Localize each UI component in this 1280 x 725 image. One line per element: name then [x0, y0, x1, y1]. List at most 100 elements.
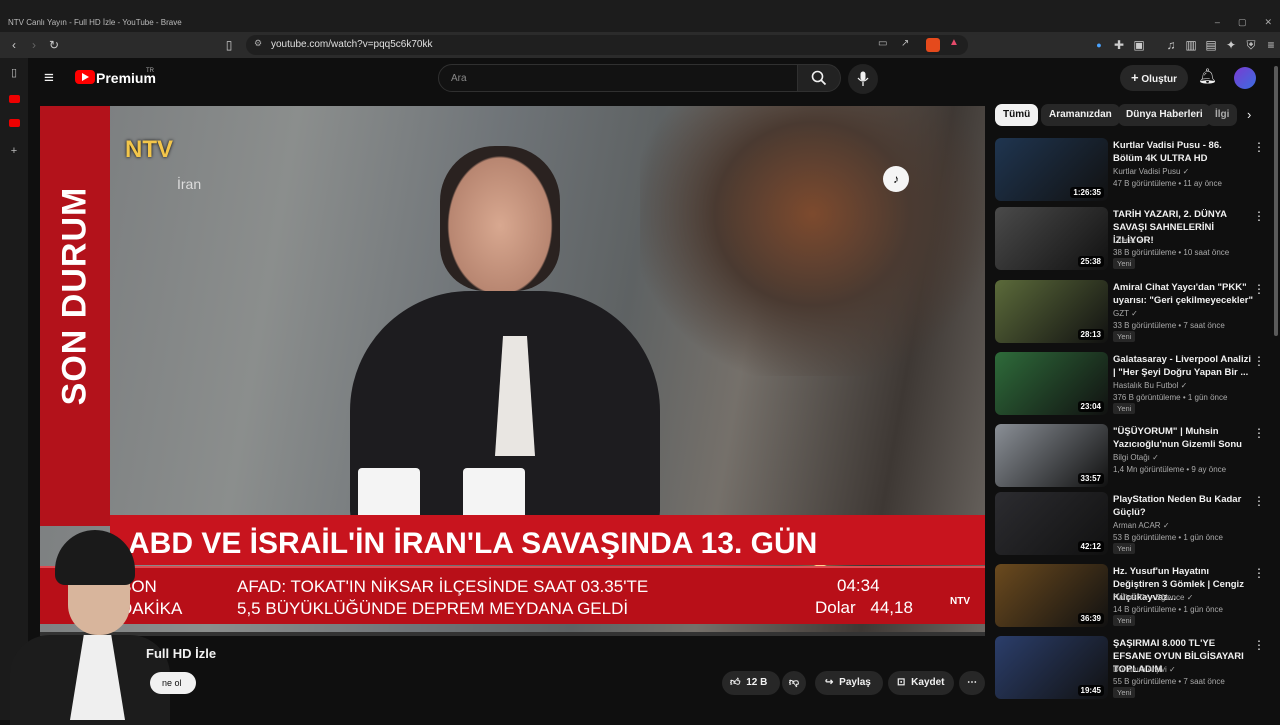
recommendation-item[interactable]: 19:45 ŞAŞIRMAI 8.000 TL'YE EFSANE OYUN Bİ… — [995, 636, 1270, 702]
video-thumbnail[interactable]: 23:04 — [995, 352, 1108, 415]
chip-from-search[interactable]: Aramanızdan — [1041, 104, 1120, 126]
menu-icon[interactable]: ≡ — [1262, 36, 1280, 54]
ticker-currency: Dolar 44,18 — [815, 598, 913, 618]
thumbs-up-icon: 👍︎ — [730, 677, 741, 688]
site-info-icon[interactable]: ⚙ — [254, 38, 262, 49]
share-page-icon[interactable]: ↗ — [901, 38, 909, 49]
share-button[interactable]: ↪ Paylaş — [815, 671, 883, 695]
back-icon[interactable]: ‹ — [5, 36, 23, 54]
maximize-icon[interactable]: ▢ — [1238, 17, 1247, 28]
url-text[interactable]: youtube.com/watch?v=pqq5c6k70kk — [271, 39, 433, 50]
save-button[interactable]: ⊡ Kaydet — [888, 671, 954, 695]
view-meta: 53 B görüntüleme • 1 gün önce — [1113, 533, 1223, 542]
channel-name[interactable]: Bilgi Otağı ✓ — [1113, 453, 1159, 462]
recommendation-item[interactable]: 42:12 PlayStation Neden Bu Kadar Güçlü? Ar… — [995, 492, 1270, 558]
youtube-tab-icon[interactable] — [7, 116, 21, 130]
recommendation-item[interactable]: 25:38 TARİH YAZARI, 2. DÜNYA SAVAŞI SAHNE… — [995, 207, 1270, 273]
thumbs-down-icon: 👎︎ — [788, 677, 800, 688]
video-player[interactable]: SON DURUM NTV İran ♪ ABD VE İSRAİL'İN İR… — [40, 106, 985, 636]
search-placeholder: Ara — [451, 73, 467, 84]
media-icon[interactable]: ♫ — [1162, 36, 1180, 54]
plus-icon: + — [1131, 70, 1139, 85]
like-button[interactable]: 👍︎ 12 B — [722, 671, 780, 695]
video-thumbnail[interactable]: 1:26:35 — [995, 138, 1108, 201]
reload-icon[interactable]: ↻ — [45, 36, 63, 54]
progress-bar[interactable] — [40, 632, 985, 636]
channel-name[interactable]: Arman ACAR ✓ — [1113, 521, 1170, 530]
close-icon[interactable]: ✕ — [1264, 17, 1272, 28]
shield-icon[interactable]: ⛨ — [1242, 36, 1260, 54]
more-vert-icon[interactable]: ⋮ — [1253, 638, 1265, 652]
dislike-button[interactable]: 👎︎ — [782, 671, 806, 695]
leo-icon[interactable]: ✦ — [1222, 36, 1240, 54]
more-vert-icon[interactable]: ⋮ — [1253, 494, 1265, 508]
more-vert-icon[interactable]: ⋮ — [1253, 354, 1265, 368]
view-meta: 1,4 Mn görüntüleme • 9 ay önce — [1113, 465, 1227, 474]
recommendation-title[interactable]: PlayStation Neden Bu Kadar Güçlü? — [1113, 493, 1253, 519]
recommendation-item[interactable]: 1:26:35 Kurtlar Vadisi Pusu - 86. Bölüm 4… — [995, 138, 1270, 204]
address-bar[interactable]: ⚙ youtube.com/watch?v=pqq5c6k70kk ▭ ↗ ▲ — [246, 35, 968, 55]
more-vert-icon[interactable]: ⋮ — [1253, 426, 1265, 440]
scrollbar[interactable] — [1274, 66, 1278, 336]
channel-name[interactable]: Rafine TV - Eğlence ✓ — [1113, 593, 1193, 602]
new-badge: Yeni — [1113, 403, 1136, 414]
recommendation-title[interactable]: Kurtlar Vadisi Pusu - 86. Bölüm 4K ULTRA… — [1113, 139, 1253, 165]
duration-badge: 28:13 — [1077, 329, 1104, 340]
recommendation-item[interactable]: 23:04 Galatasaray - Liverpool Analizi | "… — [995, 352, 1270, 418]
hamburger-menu-icon[interactable]: ≡ — [44, 68, 54, 88]
channel-name[interactable]: Kurtlar Vadisi Pusu ✓ — [1113, 167, 1189, 176]
more-vert-icon[interactable]: ⋮ — [1253, 282, 1265, 296]
video-thumbnail[interactable]: 36:39 — [995, 564, 1108, 627]
wallet-icon[interactable]: ▣ — [1130, 36, 1148, 54]
video-thumbnail[interactable]: 28:13 — [995, 280, 1108, 343]
chip-world-news[interactable]: Dünya Haberleri — [1118, 104, 1211, 126]
extensions-icon[interactable]: ✚ — [1110, 36, 1128, 54]
recommendation-title[interactable]: "ÜŞÜYORUM" | Muhsin Yazıcıoğlu'nun Gizem… — [1113, 425, 1253, 451]
chip-related[interactable]: İlgi — [1207, 104, 1238, 126]
recommendation-item[interactable]: 33:57 "ÜŞÜYORUM" | Muhsin Yazıcıoğlu'nun … — [995, 424, 1270, 490]
sidebar-toggle-icon[interactable]: ▥ — [1182, 36, 1200, 54]
forward-icon[interactable]: › — [25, 36, 43, 54]
notifications-bell-icon[interactable]: 🔔︎ — [1198, 67, 1217, 85]
bookmark-icon[interactable]: ▯ — [220, 36, 238, 54]
unmute-icon[interactable]: ♪ — [883, 166, 909, 192]
youtube-tab-icon[interactable] — [7, 92, 21, 106]
recommendation-item[interactable]: 36:39 Hz. Yusuf'un Hayatını Değiştiren 3 … — [995, 564, 1270, 630]
voice-search-button[interactable] — [848, 64, 878, 94]
brave-shields-icon[interactable] — [926, 38, 940, 52]
recommendation-title[interactable]: Galatasaray - Liverpool Analizi | "Her Ş… — [1113, 353, 1253, 379]
search-button[interactable] — [797, 64, 841, 92]
minimize-icon[interactable]: – — [1215, 17, 1220, 28]
create-button[interactable]: + Oluştur — [1120, 65, 1188, 91]
video-thumbnail[interactable]: 42:12 — [995, 492, 1108, 555]
sidebar-panel-icon[interactable]: ▯ — [7, 66, 21, 80]
channel-name[interactable]: Donanım Arşivi ✓ — [1113, 665, 1176, 674]
more-actions-button[interactable]: ⋯ — [959, 671, 985, 695]
youtube-logo-icon[interactable] — [75, 70, 95, 84]
channel-name[interactable]: Hastalık Bu Futbol ✓ — [1113, 381, 1187, 390]
recommendation-item[interactable]: 28:13 Amiral Cihat Yaycı'dan "PKK" uyarıs… — [995, 280, 1270, 346]
more-vert-icon[interactable]: ⋮ — [1253, 140, 1265, 154]
video-thumbnail[interactable]: 25:38 — [995, 207, 1108, 270]
more-vert-icon[interactable]: ⋮ — [1253, 566, 1265, 580]
search-icon — [811, 70, 827, 86]
cast-icon[interactable]: ▭ — [878, 38, 887, 49]
channel-name[interactable]: GZT ✓ — [1113, 309, 1138, 318]
search-input[interactable]: Ara — [438, 64, 798, 92]
more-vert-icon[interactable]: ⋮ — [1253, 209, 1265, 223]
channel-name[interactable]: Literat ✓ — [1113, 236, 1144, 245]
tabs-icon[interactable]: ▤ — [1202, 36, 1220, 54]
duration-badge: 36:39 — [1077, 613, 1104, 624]
chip-all[interactable]: Tümü — [995, 104, 1039, 126]
add-tab-icon[interactable]: + — [7, 144, 21, 158]
currency-label: Dolar — [815, 598, 856, 617]
account-avatar[interactable] — [1234, 67, 1256, 89]
brave-rewards-icon[interactable]: ▲ — [949, 37, 959, 48]
recommendation-title[interactable]: Amiral Cihat Yaycı'dan "PKK" uyarısı: "G… — [1113, 281, 1253, 307]
vpn-icon[interactable]: ● — [1090, 36, 1108, 54]
video-thumbnail[interactable]: 19:45 — [995, 636, 1108, 699]
chevron-right-icon[interactable]: › — [1247, 107, 1251, 122]
subscribe-button[interactable]: ne ol — [150, 672, 196, 694]
video-thumbnail[interactable]: 33:57 — [995, 424, 1108, 487]
microphone-icon — [857, 71, 869, 86]
